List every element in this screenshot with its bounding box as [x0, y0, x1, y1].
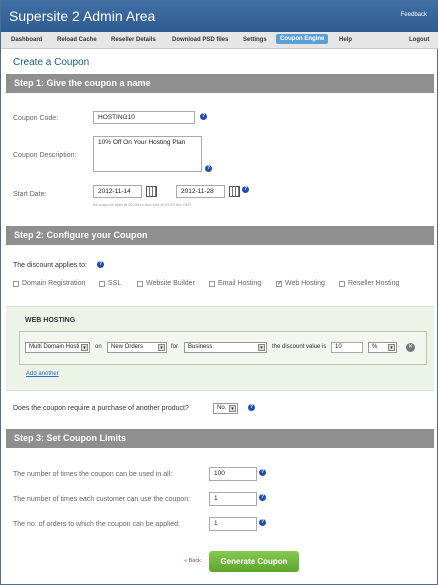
- back-link[interactable]: « Back: [184, 558, 201, 564]
- chevron-down-icon: ▾: [258, 344, 265, 351]
- date-note: All coupons start at 00:00hrs and end at…: [93, 202, 192, 207]
- checkbox[interactable]: [209, 280, 215, 287]
- help-icon[interactable]: ?: [259, 519, 266, 526]
- help-icon[interactable]: ?: [205, 165, 212, 172]
- product-checkbox-website-builder[interactable]: Website Builder: [137, 280, 195, 287]
- help-icon[interactable]: ?: [200, 113, 207, 120]
- for-label: for: [171, 344, 179, 350]
- step2-heading: Step 2: Configure your Coupon: [6, 226, 434, 245]
- coupon-code-input[interactable]: HOSTING10: [93, 111, 195, 124]
- nav-settings[interactable]: Settings: [243, 37, 267, 43]
- product-checkbox-email-hosting[interactable]: Email Hosting: [209, 280, 261, 287]
- help-icon[interactable]: ?: [259, 494, 266, 501]
- checkbox[interactable]: [99, 280, 105, 287]
- chevron-down-icon: ▾: [229, 405, 236, 412]
- checkbox[interactable]: [339, 280, 345, 287]
- nav-logout[interactable]: Logout: [409, 37, 429, 43]
- nav-help[interactable]: Help: [339, 37, 352, 43]
- help-icon[interactable]: ?: [242, 186, 249, 193]
- nav-dashboard[interactable]: Dashboard: [11, 37, 42, 43]
- discount-value-label: the discount value is: [272, 344, 327, 350]
- limit-total-input[interactable]: 100: [209, 467, 257, 481]
- orders-select[interactable]: New Orders ▾: [107, 342, 167, 353]
- nav-reload-cache[interactable]: Reload Cache: [57, 37, 97, 43]
- chevron-down-icon: ▾: [388, 344, 395, 351]
- web-hosting-heading: WEB HOSTING: [25, 317, 76, 324]
- app-title: Supersite 2 Admin Area: [9, 8, 156, 24]
- limit-orders-input[interactable]: 1: [209, 517, 257, 531]
- calendar-icon[interactable]: [146, 186, 157, 197]
- checkbox-checked[interactable]: ✓: [276, 280, 282, 287]
- applies-to-label: The discount applies to:: [13, 262, 87, 269]
- feedback-link[interactable]: Feedback: [401, 12, 427, 18]
- requires-purchase-select[interactable]: No. ▾: [213, 403, 238, 414]
- limit-orders-label: The no. of orders to which the coupon ca…: [13, 521, 180, 528]
- end-date-input[interactable]: 2012-11-28: [176, 185, 225, 198]
- discount-unit-select[interactable]: % ▾: [368, 342, 397, 353]
- generate-coupon-button[interactable]: Generate Coupon: [209, 551, 299, 572]
- coupon-description-label: Coupon Description:: [13, 152, 77, 159]
- plan-select[interactable]: Multi Domain Hosti ▾: [25, 342, 90, 353]
- remove-rule-icon[interactable]: ✕: [406, 343, 415, 352]
- tier-select[interactable]: Business ▾: [184, 342, 267, 353]
- checkbox[interactable]: [13, 280, 19, 287]
- product-checkbox-domain[interactable]: Domain Registration: [13, 280, 85, 287]
- nav-reseller-details[interactable]: Reseller Details: [111, 37, 156, 43]
- main-nav: Dashboard Reload Cache Reseller Details …: [1, 32, 438, 49]
- product-checkbox-web-hosting[interactable]: ✓ Web Hosting: [276, 280, 325, 287]
- product-checkbox-reseller-hosting[interactable]: Reseller Hosting: [339, 280, 399, 287]
- nav-download-psd[interactable]: Download PSD files: [172, 37, 228, 43]
- add-another-link[interactable]: Add another: [26, 371, 59, 377]
- product-checkbox-ssl[interactable]: SSL: [99, 280, 121, 287]
- step3-heading: Step 3: Set Coupon Limits: [6, 429, 434, 448]
- limit-total-label: The number of times the coupon can be us…: [13, 471, 173, 478]
- coupon-description-textarea[interactable]: 10% Off On Your Hosting Plan: [93, 136, 202, 172]
- help-icon[interactable]: ?: [259, 469, 266, 476]
- calendar-icon[interactable]: [229, 186, 240, 197]
- coupon-code-label: Coupon Code:: [13, 115, 59, 122]
- step1-heading: Step 1: Give the coupon a name: [6, 74, 434, 93]
- start-date-label: Start Date:: [13, 191, 47, 198]
- chevron-down-icon: ▾: [158, 344, 165, 351]
- page-title: Create a Coupon: [13, 57, 90, 68]
- limit-per-customer-input[interactable]: 1: [209, 492, 257, 506]
- nav-coupon-engine[interactable]: Coupon Engine: [276, 34, 329, 44]
- limit-per-customer-label: The number of times each customer can us…: [13, 496, 191, 503]
- on-label: on: [95, 344, 102, 350]
- requires-purchase-label: Does the coupon require a purchase of an…: [13, 405, 189, 412]
- start-date-input[interactable]: 2012-11-14: [93, 185, 142, 198]
- help-icon[interactable]: ?: [248, 404, 255, 411]
- chevron-down-icon: ▾: [81, 344, 88, 351]
- header-bar: Supersite 2 Admin Area Feedback: [1, 1, 438, 32]
- help-icon[interactable]: ?: [97, 261, 104, 268]
- discount-value-input[interactable]: 10: [331, 342, 363, 353]
- checkbox[interactable]: [137, 280, 143, 287]
